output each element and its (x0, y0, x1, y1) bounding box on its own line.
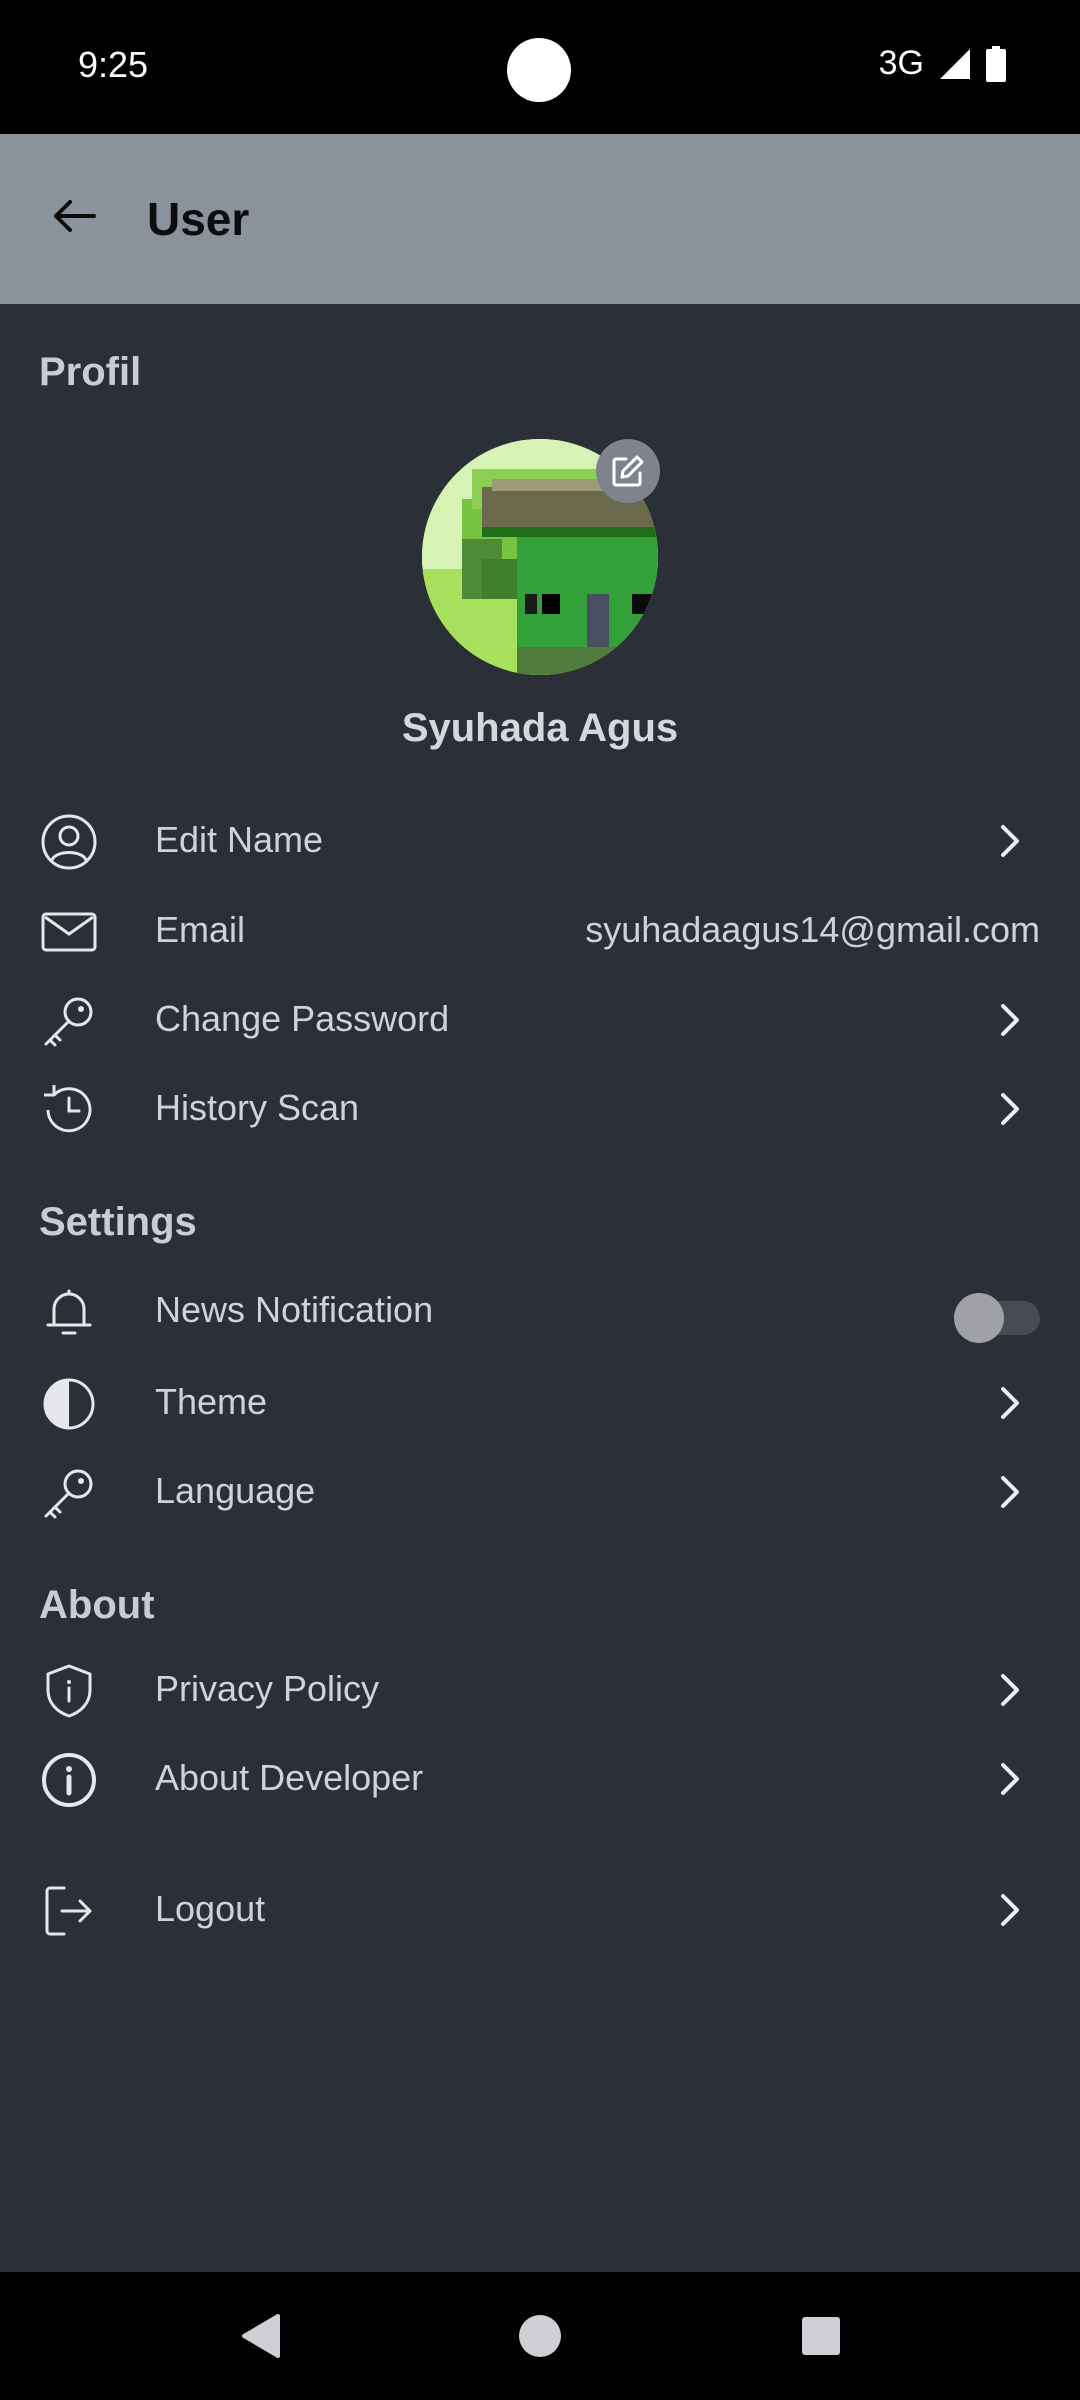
status-bar: 9:25 3G (0, 0, 1080, 134)
avatar-container (422, 439, 660, 675)
history-scan-row[interactable]: History Scan (0, 1069, 1080, 1149)
camera-cutout (507, 38, 571, 102)
recents-square-icon (802, 2317, 840, 2355)
news-notification-label: News Notification (155, 1289, 434, 1330)
chevron-right-icon (1001, 1476, 1019, 1508)
contrast-icon (40, 1375, 98, 1433)
logout-icon (40, 1882, 98, 1940)
logout-row[interactable]: Logout (0, 1870, 1080, 1950)
language-row[interactable]: Language (0, 1452, 1080, 1532)
pencil-square-icon (612, 455, 644, 487)
chevron-right-icon (1001, 1093, 1019, 1125)
news-notification-toggle[interactable] (954, 1291, 1040, 1343)
back-button[interactable] (42, 184, 106, 248)
chevron-right-icon (1001, 1674, 1019, 1706)
status-icons: 3G (879, 44, 1006, 83)
nav-recents-button[interactable] (771, 2272, 871, 2400)
privacy-policy-row[interactable]: Privacy Policy (0, 1650, 1080, 1730)
chevron-right-icon (1001, 1894, 1019, 1926)
chevron-right-icon (1001, 1004, 1019, 1036)
news-notification-row: News Notification (0, 1271, 1080, 1351)
home-circle-icon (519, 2315, 561, 2357)
theme-row[interactable]: Theme (0, 1363, 1080, 1443)
edit-name-label: Edit Name (155, 819, 324, 860)
app-bar: User (0, 134, 1080, 304)
info-circle-icon (40, 1751, 98, 1809)
toggle-thumb (954, 1293, 1004, 1343)
arrow-left-icon (54, 200, 96, 232)
battery-icon (986, 45, 1006, 82)
email-label: Email (155, 909, 246, 950)
back-triangle-icon (242, 2314, 280, 2358)
email-value: syuhadaagus14@gmail.com (585, 909, 1040, 950)
user-screen: 9:25 3G User Profil Syuhada Agus Edit Na… (0, 0, 1080, 2400)
page-title: User (147, 193, 250, 245)
section-title-profil: Profil (39, 350, 142, 394)
system-nav-bar (0, 2272, 1080, 2400)
history-clock-icon (40, 1081, 98, 1139)
edit-avatar-button[interactable] (596, 439, 660, 503)
about-developer-label: About Developer (155, 1757, 424, 1798)
about-developer-row[interactable]: About Developer (0, 1739, 1080, 1819)
shield-info-icon (40, 1662, 98, 1720)
language-label: Language (155, 1470, 316, 1511)
key-icon (40, 992, 98, 1050)
history-scan-label: History Scan (155, 1087, 360, 1128)
change-password-row[interactable]: Change Password (0, 980, 1080, 1060)
chevron-right-icon (1001, 825, 1019, 857)
signal-icon (940, 48, 970, 79)
envelope-icon (40, 903, 98, 961)
logout-label: Logout (155, 1888, 266, 1929)
section-title-about: About (39, 1583, 155, 1627)
section-title-settings: Settings (39, 1200, 197, 1244)
nav-home-button[interactable] (490, 2272, 590, 2400)
chevron-right-icon (1001, 1763, 1019, 1795)
chevron-right-icon (1001, 1387, 1019, 1419)
change-password-label: Change Password (155, 998, 450, 1039)
user-circle-icon (40, 813, 98, 871)
bell-icon (40, 1283, 98, 1341)
privacy-policy-label: Privacy Policy (155, 1668, 380, 1709)
nav-back-button[interactable] (210, 2272, 310, 2400)
key-icon (40, 1464, 98, 1522)
email-row: Email syuhadaagus14@gmail.com (0, 891, 1080, 971)
theme-label: Theme (155, 1381, 268, 1422)
edit-name-row[interactable]: Edit Name (0, 801, 1080, 881)
status-time: 9:25 (78, 44, 149, 85)
network-label: 3G (878, 44, 924, 82)
user-name: Syuhada Agus (401, 706, 679, 750)
